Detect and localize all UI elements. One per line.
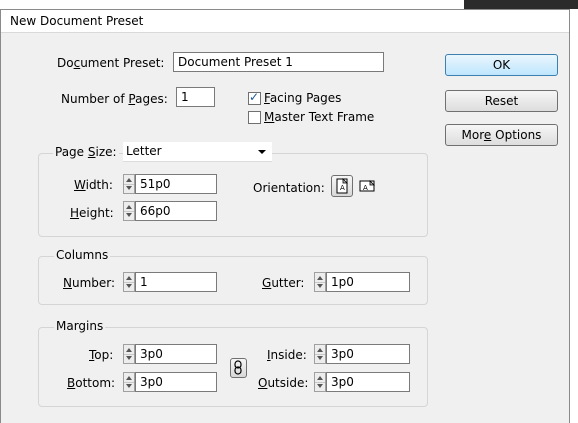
page-size-dropdown[interactable]: Letter bbox=[123, 142, 272, 162]
ok-button[interactable]: OK bbox=[445, 54, 558, 76]
spin-up-icon[interactable] bbox=[126, 376, 132, 380]
spin-down-icon[interactable] bbox=[317, 356, 323, 360]
spin-up-icon[interactable] bbox=[126, 205, 132, 209]
column-number-spinner[interactable] bbox=[123, 272, 135, 292]
margin-top-label: Top: bbox=[89, 348, 114, 362]
svg-text:A: A bbox=[340, 184, 345, 192]
spin-down-icon[interactable] bbox=[126, 356, 132, 360]
reset-button[interactable]: Reset bbox=[445, 90, 558, 112]
spin-down-icon[interactable] bbox=[126, 213, 132, 217]
margin-inside-input[interactable]: 3p0 bbox=[326, 344, 410, 364]
facing-pages-checkbox[interactable]: ✓ bbox=[248, 90, 261, 105]
dropdown-arrow-icon bbox=[258, 150, 266, 154]
gutter-input[interactable]: 1p0 bbox=[326, 272, 410, 292]
height-input[interactable]: 66p0 bbox=[135, 201, 217, 221]
margin-outside-spinner[interactable] bbox=[314, 372, 326, 392]
spin-up-icon[interactable] bbox=[317, 276, 323, 280]
title-bar[interactable]: New Document Preset bbox=[1, 10, 569, 33]
chain-link-icon bbox=[234, 360, 242, 375]
spin-down-icon[interactable] bbox=[126, 284, 132, 288]
page-size-label: Page Size: bbox=[53, 145, 119, 159]
landscape-orientation-button[interactable]: A bbox=[358, 177, 376, 195]
margin-bottom-spinner[interactable] bbox=[123, 372, 135, 392]
document-preset-label: Document Preset: bbox=[57, 56, 165, 70]
width-label: Width: bbox=[74, 178, 113, 192]
svg-text:A: A bbox=[363, 184, 368, 192]
portrait-orientation-button[interactable]: A bbox=[331, 175, 353, 197]
document-preset-input[interactable]: Document Preset 1 bbox=[173, 52, 384, 72]
spin-up-icon[interactable] bbox=[126, 276, 132, 280]
spin-up-icon[interactable] bbox=[317, 376, 323, 380]
master-text-frame-label[interactable]: Master Text Frame bbox=[264, 110, 374, 124]
number-of-pages-input[interactable]: 1 bbox=[176, 87, 215, 107]
margin-outside-label: Outside: bbox=[258, 376, 309, 390]
width-input[interactable]: 51p0 bbox=[135, 174, 217, 194]
spin-down-icon[interactable] bbox=[317, 384, 323, 388]
facing-pages-label[interactable]: Facing Pages bbox=[264, 91, 341, 105]
height-label: Height: bbox=[70, 206, 114, 220]
portrait-page-icon: A bbox=[336, 178, 348, 194]
page-size-selected: Letter bbox=[126, 144, 162, 158]
width-spinner[interactable] bbox=[123, 174, 135, 194]
margin-top-input[interactable]: 3p0 bbox=[135, 344, 217, 364]
spin-up-icon[interactable] bbox=[317, 348, 323, 352]
height-spinner[interactable] bbox=[123, 201, 135, 221]
spin-up-icon[interactable] bbox=[126, 348, 132, 352]
column-number-input[interactable]: 1 bbox=[135, 272, 217, 292]
page-size-group bbox=[38, 153, 428, 237]
margin-top-spinner[interactable] bbox=[123, 344, 135, 364]
background-window-edge bbox=[464, 0, 578, 9]
spin-down-icon[interactable] bbox=[126, 186, 132, 190]
checkmark-icon: ✓ bbox=[249, 90, 260, 104]
landscape-page-icon: A bbox=[359, 180, 375, 192]
margin-inside-spinner[interactable] bbox=[314, 344, 326, 364]
orientation-label: Orientation: bbox=[253, 181, 325, 195]
number-of-pages-label: Number of Pages: bbox=[61, 92, 168, 106]
columns-group-title: Columns bbox=[54, 248, 111, 262]
master-text-frame-checkbox[interactable] bbox=[248, 111, 261, 124]
make-settings-same-button[interactable] bbox=[230, 358, 247, 378]
gutter-label: Gutter: bbox=[262, 276, 305, 290]
dialog-title: New Document Preset bbox=[10, 14, 144, 28]
margin-bottom-label: Bottom: bbox=[67, 376, 116, 390]
column-number-label: Number: bbox=[63, 276, 116, 290]
more-options-button[interactable]: More Options bbox=[445, 124, 558, 146]
spin-down-icon[interactable] bbox=[126, 384, 132, 388]
margins-group-title: Margins bbox=[54, 319, 106, 333]
spin-down-icon[interactable] bbox=[317, 284, 323, 288]
spin-up-icon[interactable] bbox=[126, 178, 132, 182]
margin-bottom-input[interactable]: 3p0 bbox=[135, 372, 217, 392]
new-document-preset-dialog: New Document Preset Document Preset: Doc… bbox=[0, 9, 570, 423]
gutter-spinner[interactable] bbox=[314, 272, 326, 292]
margin-outside-input[interactable]: 3p0 bbox=[326, 372, 410, 392]
margin-inside-label: Inside: bbox=[267, 348, 307, 362]
